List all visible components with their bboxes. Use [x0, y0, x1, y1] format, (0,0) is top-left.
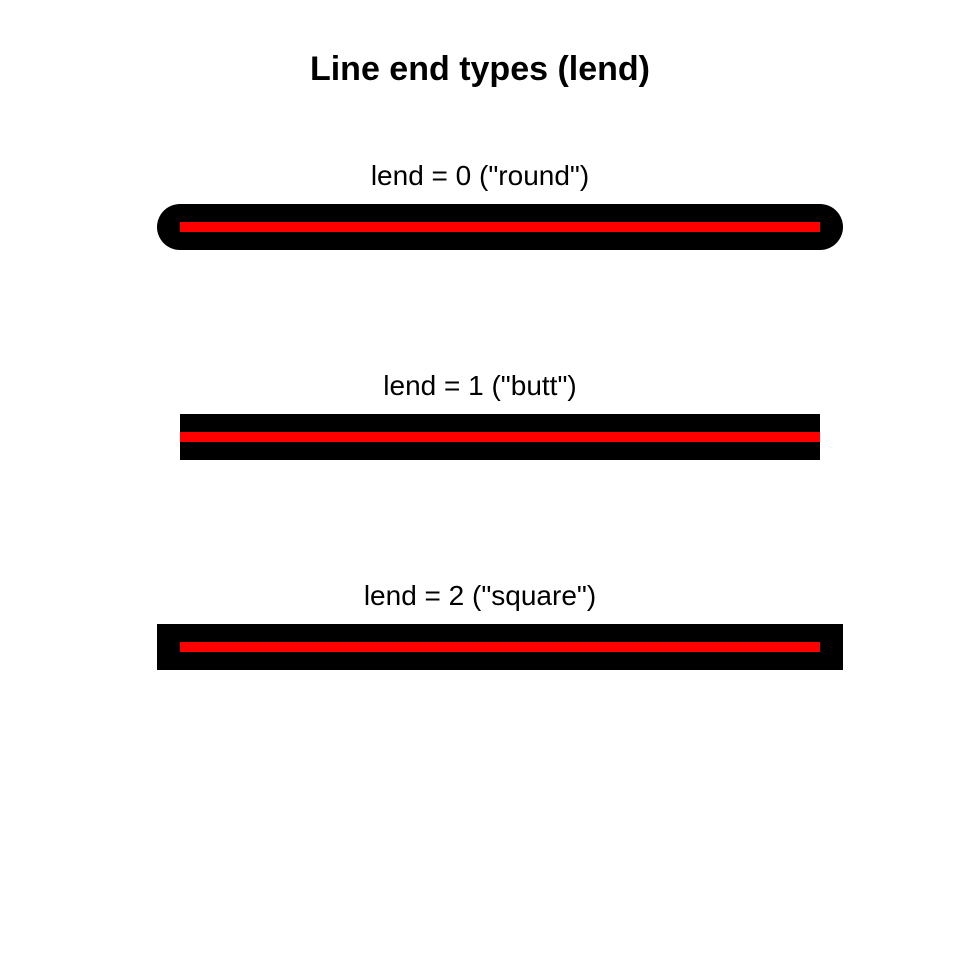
sample-square-label: lend = 2 ("square")	[0, 580, 960, 612]
sample-square: lend = 2 ("square")	[0, 580, 960, 670]
round-red-line	[180, 222, 820, 232]
sample-round-line	[0, 204, 960, 250]
sample-round-label: lend = 0 ("round")	[0, 160, 960, 192]
sample-butt-label: lend = 1 ("butt")	[0, 370, 960, 402]
sample-butt-line	[0, 414, 960, 460]
square-red-line	[180, 642, 820, 652]
sample-butt: lend = 1 ("butt")	[0, 370, 960, 460]
butt-red-line	[180, 432, 820, 442]
sample-round: lend = 0 ("round")	[0, 160, 960, 250]
sample-square-line	[0, 624, 960, 670]
chart-title: Line end types (lend)	[0, 50, 960, 89]
